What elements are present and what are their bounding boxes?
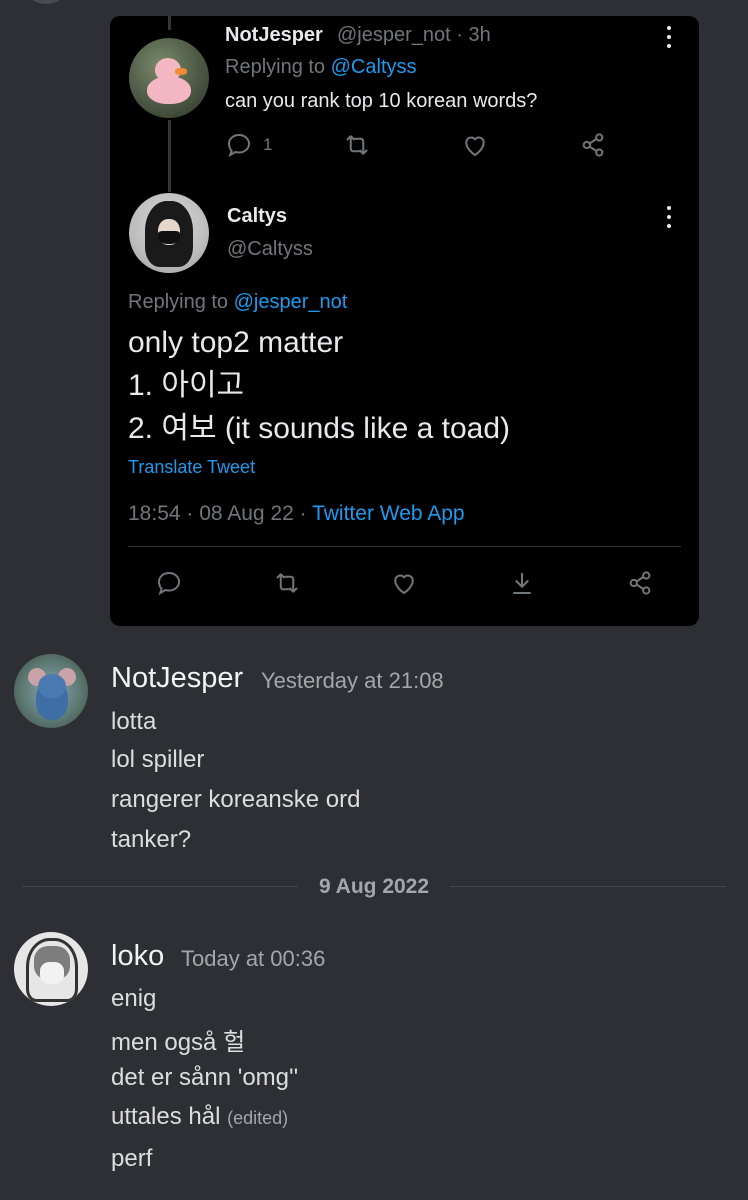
parent-tweet-text: can you rank top 10 korean words? xyxy=(225,90,538,112)
message-author[interactable]: loko xyxy=(111,940,164,973)
message-line: perf xyxy=(111,1145,153,1172)
message-line: tanker? xyxy=(111,826,192,853)
tweet-source-link[interactable]: Twitter Web App xyxy=(312,502,465,525)
reply-count: 1 xyxy=(263,135,273,154)
parent-replying-to: Replying to @Caltyss xyxy=(225,56,417,78)
parent-handle-time: @jesper_not · 3h xyxy=(337,24,491,46)
main-author-name[interactable]: Caltys xyxy=(227,205,287,228)
like-icon[interactable] xyxy=(460,130,490,160)
reply-icon[interactable] xyxy=(224,130,254,160)
translate-tweet-link[interactable]: Translate Tweet xyxy=(128,457,255,478)
download-icon[interactable] xyxy=(507,568,537,598)
more-icon[interactable] xyxy=(666,26,672,48)
message-line: enig xyxy=(111,985,157,1012)
tweet-line: 2. 여보 (it sounds like a toad) xyxy=(128,412,511,445)
tweet-line: only top2 matter xyxy=(128,326,344,359)
message-author[interactable]: NotJesper xyxy=(111,662,243,695)
thread-line-top xyxy=(168,16,171,30)
replying-to-link[interactable]: @jesper_not xyxy=(234,291,348,313)
message-line: men også 헐 xyxy=(111,1029,246,1056)
message-timestamp: Yesterday at 21:08 xyxy=(261,668,444,693)
like-icon[interactable] xyxy=(389,568,419,598)
retweet-icon[interactable] xyxy=(272,568,302,598)
thread-connector xyxy=(168,120,171,192)
tweet-line: 1. 아이고 xyxy=(128,369,245,402)
main-replying-to: Replying to @jesper_not xyxy=(128,291,348,313)
message-line: lotta xyxy=(111,708,157,735)
date-divider-label: 9 Aug 2022 xyxy=(318,875,430,898)
more-icon[interactable] xyxy=(666,206,672,228)
message-line: det er sånn 'omg'' xyxy=(111,1064,299,1091)
share-icon[interactable] xyxy=(625,568,655,598)
message-line: lol spiller xyxy=(111,746,205,773)
author-avatar[interactable] xyxy=(14,932,88,1006)
edited-label: (edited) xyxy=(227,1108,289,1128)
previous-avatar-stub xyxy=(24,0,68,4)
tweet-embed[interactable]: NotJesper @jesper_not · 3h Replying to @… xyxy=(110,16,699,626)
reply-icon[interactable] xyxy=(154,568,184,598)
message-timestamp: Today at 00:36 xyxy=(181,946,326,971)
retweet-icon[interactable] xyxy=(342,130,372,160)
parent-author-avatar[interactable] xyxy=(129,38,209,118)
main-author-handle[interactable]: @Caltyss xyxy=(227,238,313,261)
tweet-meta: 18:54 · 08 Aug 22 · Twitter Web App xyxy=(128,502,465,526)
main-author-avatar[interactable] xyxy=(129,193,209,273)
date-divider: 9 Aug 2022 xyxy=(22,875,726,899)
main-tweet-text: only top2 matter 1. 아이고 2. 여보 (it sounds… xyxy=(128,321,510,450)
parent-author-name[interactable]: NotJesper xyxy=(225,24,323,47)
message-line: uttales hål (edited) xyxy=(111,1103,289,1130)
divider xyxy=(128,546,681,547)
replying-to-link[interactable]: @Caltyss xyxy=(331,56,417,78)
tweet-timestamp: 18:54 · 08 Aug 22 · xyxy=(128,502,313,525)
share-icon[interactable] xyxy=(578,130,608,160)
message-line: rangerer koreanske ord xyxy=(111,786,361,813)
author-avatar[interactable] xyxy=(14,654,88,728)
